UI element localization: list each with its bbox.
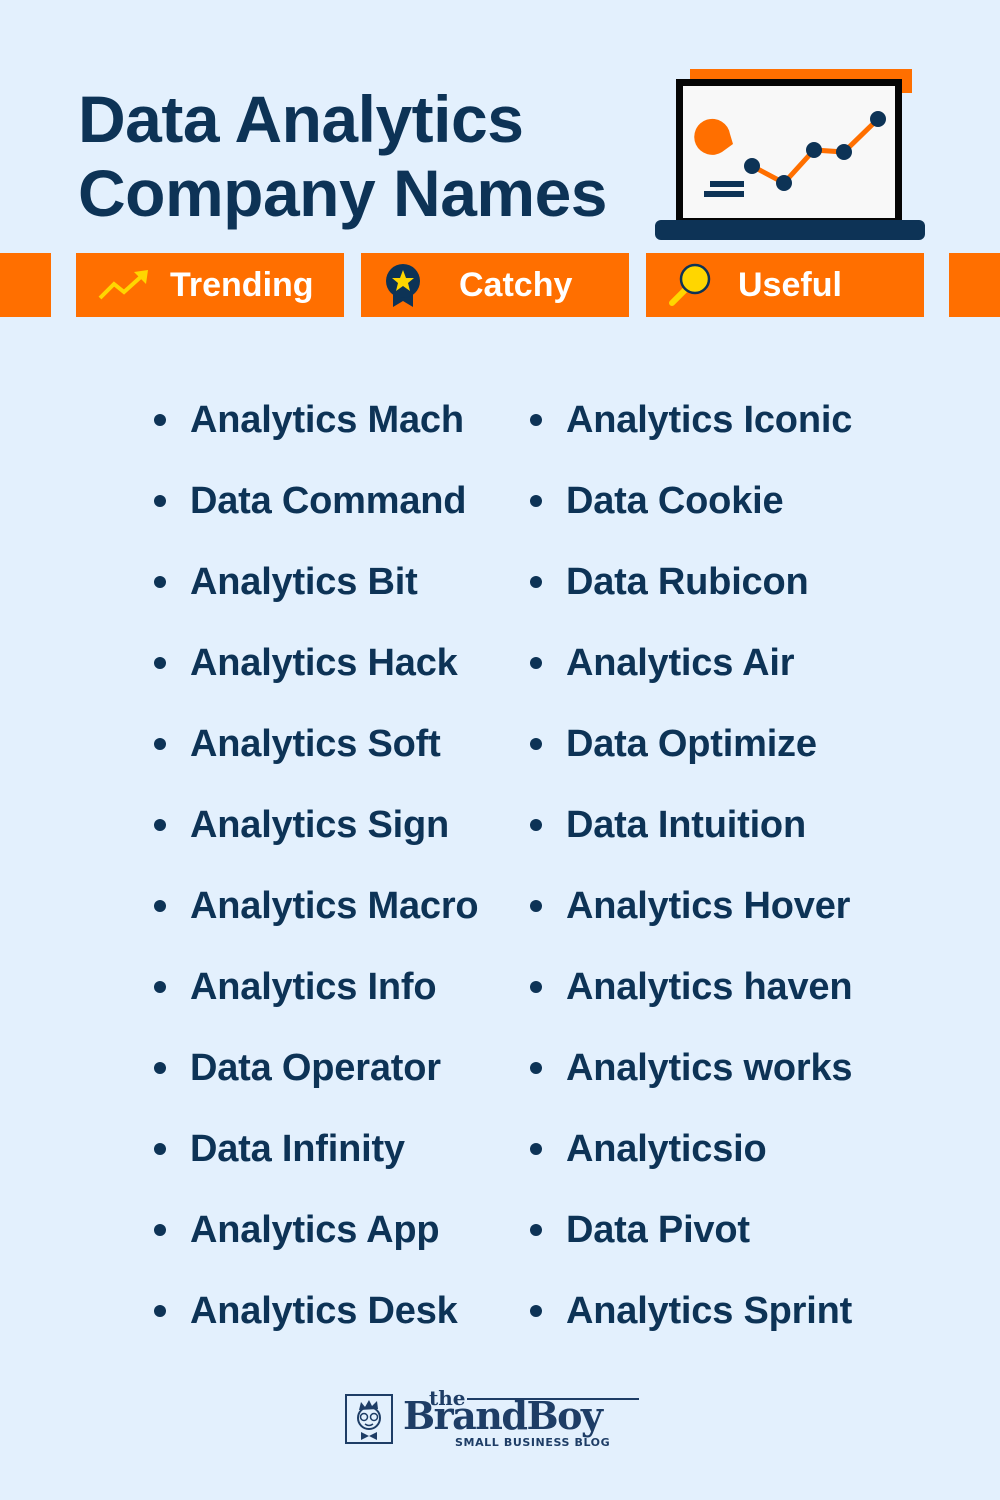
bullet-icon bbox=[530, 1305, 542, 1317]
bullet-icon bbox=[530, 900, 542, 912]
bullet-icon bbox=[530, 819, 542, 831]
tag-label: Trending bbox=[170, 265, 314, 304]
bullet-icon bbox=[154, 1224, 166, 1236]
page-title: Data Analytics Company Names bbox=[78, 82, 608, 230]
bullet-icon bbox=[154, 1062, 166, 1074]
company-name-item: Data Infinity bbox=[190, 1128, 405, 1170]
bullet-icon bbox=[154, 738, 166, 750]
bullet-icon bbox=[530, 414, 542, 426]
bullet-icon bbox=[154, 576, 166, 588]
company-name-item: Data Cookie bbox=[566, 480, 784, 522]
magnifier-icon bbox=[666, 261, 714, 309]
company-name-item: Analytics Air bbox=[566, 642, 795, 684]
bullet-icon bbox=[530, 576, 542, 588]
company-name-item: Analytics works bbox=[566, 1047, 853, 1089]
laptop-chart-icon bbox=[655, 69, 925, 240]
tag-useful[interactable]: Useful bbox=[646, 253, 924, 317]
company-name-item: Analytics Macro bbox=[190, 885, 479, 927]
company-name-item: Data Command bbox=[190, 480, 467, 522]
bullet-icon bbox=[154, 414, 166, 426]
bullet-icon bbox=[154, 495, 166, 507]
company-name-item: Analytics Info bbox=[190, 966, 437, 1008]
decorative-band-right bbox=[949, 253, 1000, 317]
company-name-item: Analytics Hover bbox=[566, 885, 851, 927]
company-name-item: Analytics Mach bbox=[190, 399, 464, 441]
tag-label: Catchy bbox=[459, 265, 573, 304]
bullet-icon bbox=[530, 495, 542, 507]
company-name-item: Analytics Bit bbox=[190, 561, 418, 603]
award-star-icon bbox=[383, 261, 423, 309]
bullet-icon bbox=[530, 657, 542, 669]
company-name-item: Analytics Desk bbox=[190, 1290, 458, 1332]
bullet-icon bbox=[530, 738, 542, 750]
company-name-item: Analytics haven bbox=[566, 966, 853, 1008]
company-name-item: Analytics Sprint bbox=[566, 1290, 853, 1332]
company-name-item: Analytics Sign bbox=[190, 804, 450, 846]
decorative-band-left bbox=[0, 253, 51, 317]
bullet-icon bbox=[530, 981, 542, 993]
tag-label: Useful bbox=[738, 265, 842, 304]
bullet-icon bbox=[154, 981, 166, 993]
tag-catchy[interactable]: Catchy bbox=[361, 253, 629, 317]
bullet-icon bbox=[530, 1143, 542, 1155]
company-name-item: Data Operator bbox=[190, 1047, 441, 1089]
tag-trending[interactable]: Trending bbox=[76, 253, 344, 317]
company-name-item: Data Rubicon bbox=[566, 561, 809, 603]
trending-up-icon bbox=[96, 268, 152, 302]
logo-brand: BrandBoy bbox=[403, 1393, 603, 1438]
bullet-icon bbox=[154, 1305, 166, 1317]
company-name-item: Analytics Soft bbox=[190, 723, 441, 765]
bullet-icon bbox=[154, 900, 166, 912]
bullet-icon bbox=[530, 1224, 542, 1236]
bullet-icon bbox=[530, 1062, 542, 1074]
company-name-item: Analytics Hack bbox=[190, 642, 458, 684]
mascot-icon bbox=[345, 1394, 393, 1444]
brandboy-logo[interactable]: the BrandBoy SMALL BUSINESS BLOG bbox=[343, 1386, 643, 1452]
company-name-item: Data Intuition bbox=[566, 804, 806, 846]
title-line-2: Company Names bbox=[78, 156, 608, 230]
bullet-icon bbox=[154, 1143, 166, 1155]
company-name-item: Analytics App bbox=[190, 1209, 440, 1251]
logo-tagline: SMALL BUSINESS BLOG bbox=[455, 1436, 611, 1449]
title-line-1: Data Analytics bbox=[78, 82, 524, 156]
company-name-item: Analytics Iconic bbox=[566, 399, 853, 441]
bullet-icon bbox=[154, 819, 166, 831]
bullet-icon bbox=[154, 657, 166, 669]
company-name-item: Analyticsio bbox=[566, 1128, 767, 1170]
company-name-item: Data Pivot bbox=[566, 1209, 750, 1251]
company-name-item: Data Optimize bbox=[566, 723, 817, 765]
